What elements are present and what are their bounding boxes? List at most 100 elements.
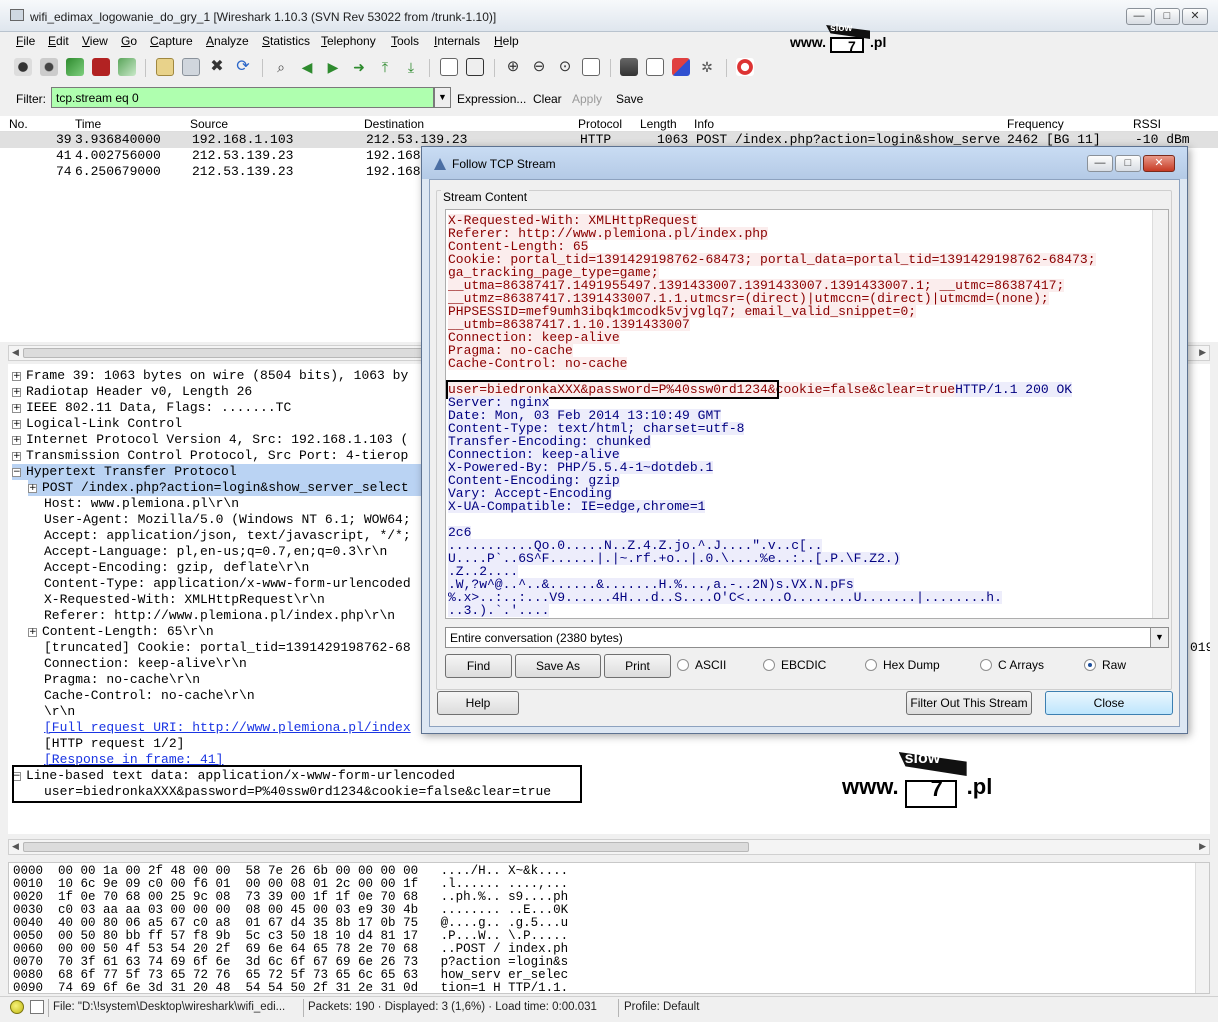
capture-comments-icon[interactable] — [30, 1000, 44, 1014]
menu-file[interactable]: File — [16, 34, 35, 48]
details-hscrollbar[interactable]: ◀ ▶ — [8, 839, 1210, 855]
open-file-icon[interactable] — [156, 58, 174, 76]
tree-item-connection[interactable]: Connection: keep-alive\r\n — [44, 656, 247, 672]
chevron-down-icon[interactable]: ▼ — [1150, 628, 1168, 647]
menu-statistics[interactable]: Statistics — [262, 34, 310, 48]
help-icon[interactable] — [736, 58, 754, 76]
col-rssi[interactable]: RSSI — [1133, 117, 1161, 131]
zoom-out-icon[interactable]: ⊖ — [530, 58, 548, 76]
tree-item-accept-encoding[interactable]: Accept-Encoding: gzip, deflate\r\n — [44, 560, 309, 576]
col-time[interactable]: Time — [75, 117, 101, 131]
tree-item-content-type[interactable]: Content-Type: application/x-www-form-url… — [44, 576, 411, 592]
zoom-normal-icon[interactable]: ⊙ — [556, 58, 574, 76]
close-file-icon[interactable]: ✖ — [208, 58, 226, 76]
conversation-select[interactable]: Entire conversation (2380 bytes) ▼ — [445, 627, 1169, 648]
scroll-thumb[interactable] — [23, 842, 749, 852]
col-protocol[interactable]: Protocol — [578, 117, 622, 131]
expand-icon[interactable]: + — [12, 372, 21, 381]
col-destination[interactable]: Destination — [364, 117, 424, 131]
go-back-icon[interactable]: ◀ — [298, 58, 316, 76]
filter-input[interactable]: tcp.stream eq 0 — [51, 87, 434, 108]
save-filter-button[interactable]: Save — [616, 92, 643, 106]
stream-content-text[interactable]: X-Requested-With: XMLHttpRequest Referer… — [445, 209, 1169, 619]
tree-item-content-length[interactable]: + Content-Length: 65\r\n — [28, 624, 214, 640]
menu-telephony[interactable]: Telephony — [321, 34, 376, 48]
scroll-right-icon[interactable]: ▶ — [1199, 347, 1206, 358]
close-button[interactable]: ✕ — [1182, 8, 1208, 25]
filter-out-stream-button[interactable]: Filter Out This Stream — [906, 691, 1032, 715]
radio-dot[interactable] — [677, 659, 689, 671]
radio-dot-selected[interactable] — [1084, 659, 1096, 671]
resize-columns-icon[interactable] — [582, 58, 600, 76]
interfaces-icon[interactable] — [14, 58, 32, 76]
menu-help[interactable]: Help — [494, 34, 519, 48]
tree-item-post[interactable]: + POST /index.php?action=login&show_serve… — [28, 480, 432, 496]
find-packet-icon[interactable]: ⌕ — [272, 58, 290, 76]
expert-info-icon[interactable] — [10, 1000, 24, 1014]
preferences-icon[interactable]: ✲ — [698, 58, 716, 76]
expression-button[interactable]: Expression... — [457, 92, 526, 106]
help-button[interactable]: Help — [437, 691, 519, 715]
restart-capture-icon[interactable] — [118, 58, 136, 76]
menu-capture[interactable]: Capture — [150, 34, 193, 48]
tree-item-cache-control[interactable]: Cache-Control: no-cache\r\n — [44, 688, 255, 704]
colorize-icon[interactable] — [440, 58, 458, 76]
filter-dropdown-arrow[interactable]: ▼ — [434, 87, 451, 108]
expand-icon[interactable]: + — [28, 628, 37, 637]
menu-internals[interactable]: Internals — [434, 34, 480, 48]
dialog-close-x-button[interactable]: ✕ — [1143, 155, 1175, 172]
go-forward-icon[interactable]: ▶ — [324, 58, 342, 76]
tree-item-full-uri-link[interactable]: [Full request URI: http://www.plemiona.p… — [44, 720, 411, 736]
menu-go[interactable]: Go — [121, 34, 137, 48]
collapse-icon[interactable]: − — [12, 468, 21, 477]
tree-item-ipv4[interactable]: + Internet Protocol Version 4, Src: 192.1… — [12, 432, 408, 448]
dialog-minimize-button[interactable]: — — [1087, 155, 1113, 172]
tree-item-pragma[interactable]: Pragma: no-cache\r\n — [44, 672, 200, 688]
expand-icon[interactable]: + — [12, 388, 21, 397]
stream-vscrollbar[interactable] — [1152, 210, 1168, 618]
print-button[interactable]: Print — [604, 654, 671, 678]
radio-dot[interactable] — [980, 659, 992, 671]
save-file-icon[interactable] — [182, 58, 200, 76]
expand-icon[interactable]: + — [28, 484, 37, 493]
display-filters-icon[interactable] — [646, 58, 664, 76]
apply-button[interactable]: Apply — [572, 92, 602, 106]
autoscroll-icon[interactable] — [466, 58, 484, 76]
scroll-left-icon[interactable]: ◀ — [12, 347, 19, 358]
minimize-button[interactable]: — — [1126, 8, 1152, 25]
hex-line[interactable]: 0090 74 69 6f 6e 3d 31 20 48 54 54 50 2f… — [13, 982, 568, 994]
capture-options-icon[interactable] — [40, 58, 58, 76]
tree-item-user-agent[interactable]: User-Agent: Mozilla/5.0 (Windows NT 6.1;… — [44, 512, 411, 528]
find-button[interactable]: Find — [445, 654, 512, 678]
tree-item-http-request[interactable]: [HTTP request 1/2] — [44, 736, 184, 752]
go-last-icon[interactable]: ⤓ — [402, 58, 420, 76]
start-capture-icon[interactable] — [66, 58, 84, 76]
radio-dot[interactable] — [865, 659, 877, 671]
expand-icon[interactable]: + — [12, 404, 21, 413]
expand-icon[interactable]: + — [12, 452, 21, 461]
tree-item-http[interactable]: − Hypertext Transfer Protocol — [12, 464, 432, 480]
go-to-packet-icon[interactable]: ➜ — [350, 58, 368, 76]
close-dialog-button[interactable]: Close — [1045, 691, 1173, 715]
menu-edit[interactable]: Edit — [48, 34, 69, 48]
stop-capture-icon[interactable] — [92, 58, 110, 76]
tree-item-accept[interactable]: Accept: application/json, text/javascrip… — [44, 528, 411, 544]
col-no[interactable]: No. — [9, 117, 28, 131]
menu-analyze[interactable]: Analyze — [206, 34, 249, 48]
capture-filters-icon[interactable] — [620, 58, 638, 76]
expand-icon[interactable]: + — [12, 420, 21, 429]
radio-c-arrays[interactable]: C Arrays — [980, 658, 1044, 672]
go-first-icon[interactable]: ⤒ — [376, 58, 394, 76]
status-profile[interactable]: Profile: Default — [624, 1001, 699, 1013]
hex-vscrollbar[interactable] — [1195, 863, 1209, 993]
radio-raw[interactable]: Raw — [1084, 658, 1126, 672]
tree-item-host[interactable]: Host: www.plemiona.pl\r\n — [44, 496, 239, 512]
maximize-button[interactable]: □ — [1154, 8, 1180, 25]
menu-view[interactable]: View — [82, 34, 108, 48]
col-frequency[interactable]: Frequency — [1007, 117, 1064, 131]
menu-tools[interactable]: Tools — [391, 34, 419, 48]
tree-item-radiotap[interactable]: + Radiotap Header v0, Length 26 — [12, 384, 252, 400]
tree-item-ieee80211[interactable]: + IEEE 802.11 Data, Flags: .......TC — [12, 400, 291, 416]
expand-icon[interactable]: + — [12, 436, 21, 445]
tree-item-llc[interactable]: + Logical-Link Control — [12, 416, 182, 432]
